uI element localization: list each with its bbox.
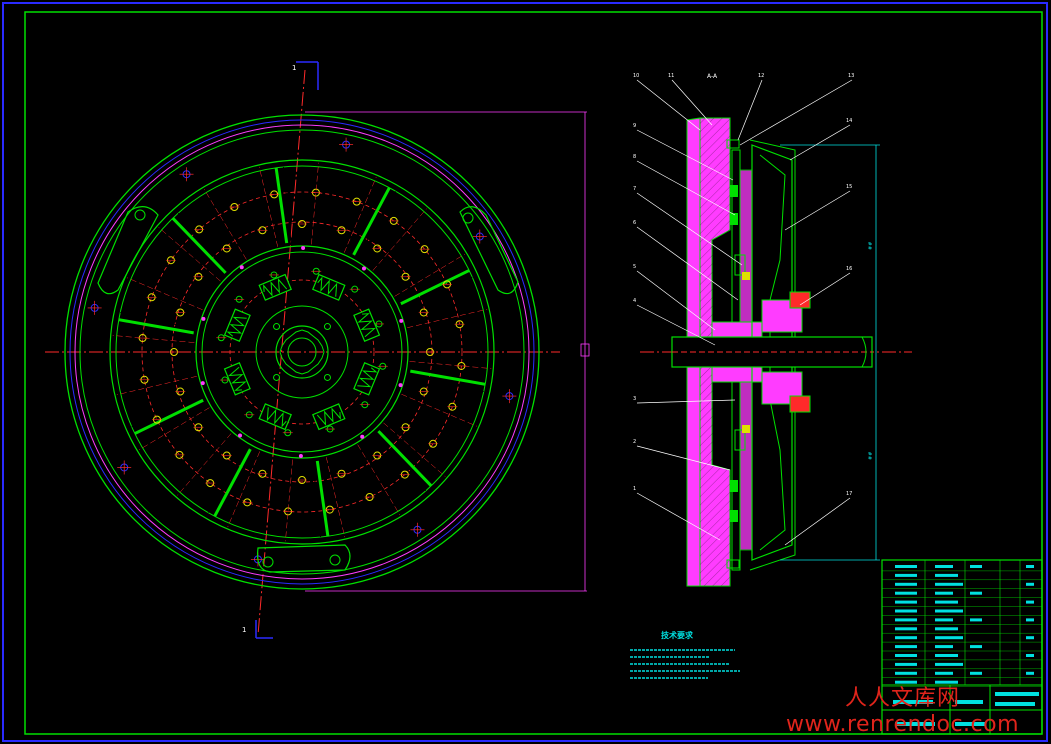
svg-text:9: 9 [633, 123, 636, 129]
svg-text:6: 6 [633, 220, 636, 226]
title-block-row [882, 573, 1042, 580]
title-block-row [882, 600, 1042, 607]
svg-text:3: 3 [633, 396, 636, 402]
title-block-row [882, 645, 1042, 652]
svg-text:7: 7 [633, 186, 636, 192]
rivet-mark [398, 383, 403, 388]
title-block-row [882, 662, 1042, 669]
radial-centerline [372, 208, 427, 271]
radial-centerline [259, 166, 278, 247]
part-balloon: 12 [737, 73, 764, 141]
title-block-row [882, 636, 1042, 643]
damper-spring [312, 403, 346, 431]
svg-text:11: 11 [668, 73, 674, 79]
lining-slot-gap [131, 395, 202, 428]
lining-slot [352, 187, 391, 256]
damper-spring [312, 273, 346, 301]
radial-centerline [407, 309, 488, 328]
lining-slot-gap [357, 191, 397, 258]
title-block-row [882, 618, 1042, 625]
title-block-row [882, 627, 1042, 634]
watermark-url: www.renrendoc.com [786, 712, 1020, 737]
watermark-cn: 人人文库网 [845, 686, 961, 711]
title-block-text [995, 702, 1035, 706]
hub-hole [323, 373, 331, 381]
damper-spring [353, 308, 381, 342]
hub-hole [323, 323, 331, 331]
rivet-mark [399, 318, 404, 323]
rivet-mark [238, 433, 243, 438]
side-view-section: A-A ## ## 10 11 12 1398765432114151617 [633, 73, 912, 587]
part-balloon: 13 [739, 73, 854, 146]
damper-spring [223, 308, 251, 342]
damper-spring [223, 362, 251, 396]
svg-text:15: 15 [846, 184, 852, 190]
svg-text:8: 8 [633, 154, 636, 160]
notes-title: 技术要求 [661, 630, 694, 640]
lining-slot-gap [207, 446, 247, 513]
radial-centerline [326, 457, 345, 538]
title-block-row [882, 671, 1042, 678]
lining-slot-gap [402, 276, 473, 309]
radial-centerline [112, 335, 195, 343]
section-title: A-A [707, 73, 718, 80]
title-block-row [882, 565, 1042, 572]
rivet-mark [239, 265, 244, 270]
radial-centerline [177, 433, 232, 496]
rivet-mark [361, 266, 366, 271]
lining-slot [400, 269, 470, 306]
cad-drawing-canvas: 1 1 A-A ## ## 10 11 12 13987654321141516… [2, 2, 1048, 742]
svg-text:4: 4 [633, 298, 636, 304]
rivet-mark [360, 434, 365, 439]
radial-centerline [127, 277, 203, 311]
svg-text:13: 13 [848, 73, 854, 79]
radial-centerline [401, 393, 477, 427]
lining-slot [213, 448, 252, 517]
part-balloon: 11 [668, 73, 713, 126]
svg-text:1: 1 [633, 486, 636, 492]
radial-centerline [285, 459, 293, 542]
svg-text:##: ## [868, 452, 874, 460]
outer-frame [2, 2, 1048, 742]
rivet-mark [201, 316, 206, 321]
svg-text:5: 5 [633, 264, 636, 270]
svg-text:##: ## [868, 242, 874, 250]
rivet-mark [298, 453, 303, 458]
radial-centerline [116, 376, 197, 395]
rivet-mark [301, 246, 306, 251]
damper-spring [353, 362, 381, 396]
svg-text:16: 16 [846, 266, 852, 272]
hub-hole [273, 373, 281, 381]
title-block-row [882, 654, 1042, 661]
damper-spring [258, 403, 292, 431]
title-block-row [882, 609, 1042, 616]
hub-hole [273, 323, 281, 331]
svg-text:10: 10 [633, 73, 639, 79]
rivet-mark [200, 381, 205, 386]
section-label-top: 1 [292, 64, 296, 72]
lining-slot [134, 398, 204, 435]
title-block-row [882, 582, 1042, 589]
title-block-text [995, 692, 1039, 696]
radial-centerline [409, 361, 492, 369]
svg-text:2: 2 [633, 439, 636, 445]
svg-text:14: 14 [846, 118, 852, 124]
front-view: 1 1 [45, 61, 590, 639]
part-balloon: 14 [789, 118, 852, 161]
section-label-bottom: 1 [242, 626, 246, 634]
technical-notes: 技术要求 [630, 630, 740, 679]
title-block-row [882, 591, 1042, 598]
svg-text:17: 17 [846, 491, 852, 497]
radial-centerline [311, 162, 319, 245]
svg-text:12: 12 [758, 73, 764, 79]
